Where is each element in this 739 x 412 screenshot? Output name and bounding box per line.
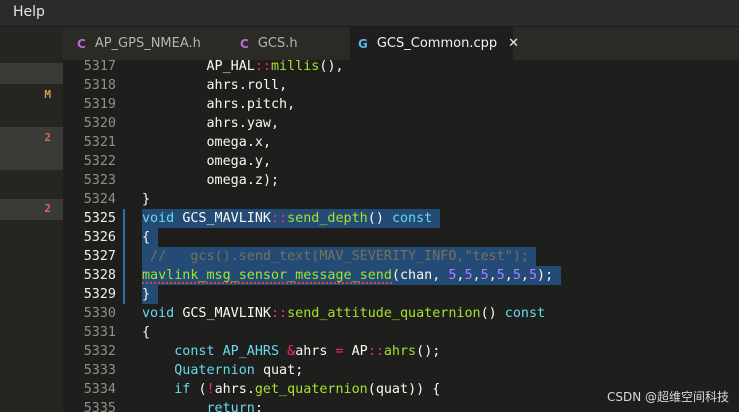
c-header-file-icon: C [240, 36, 249, 51]
code-line[interactable]: if (!ahrs.get_quaternion(quat)) { [142, 380, 440, 399]
line-number: 5328 [83, 268, 116, 283]
code-line[interactable]: omega.x, [142, 133, 272, 152]
error-count-badge: 2 [44, 202, 51, 215]
code-line[interactable]: { [142, 228, 150, 247]
line-number: 5332 [83, 344, 116, 359]
sidebar-item[interactable] [0, 63, 63, 84]
line-number: 5335 [83, 401, 116, 412]
code-line[interactable]: omega.y, [142, 152, 272, 171]
line-number: 5331 [83, 325, 116, 340]
menu-bar: Help [0, 0, 739, 27]
code-line[interactable]: ahrs.yaw, [142, 114, 280, 133]
line-number: 5319 [83, 97, 116, 112]
code-line[interactable]: const AP_AHRS &ahrs = AP::ahrs(); [142, 342, 440, 361]
tab-bar: C AP_GPS_NMEA.h C GCS.h G GCS_Common.cpp… [63, 27, 739, 60]
line-number: 5325 [83, 211, 116, 226]
line-number: 5333 [83, 363, 116, 378]
tab-label: GCS_Common.cpp [376, 36, 498, 51]
line-number-gutter: 5317 5318 5319 5320 5321 5322 5323 5324 5325 5326… [63, 59, 130, 412]
code-line[interactable]: } [142, 190, 150, 209]
tab-gcs-h[interactable]: C GCS.h [240, 27, 350, 60]
tab-ap-gps-nmea[interactable]: C AP_GPS_NMEA.h [77, 27, 237, 60]
code-line[interactable]: AP_HAL::millis(), [142, 57, 344, 76]
line-number: 5334 [83, 382, 116, 397]
code-line[interactable]: { [142, 323, 150, 342]
code-line[interactable]: return; [142, 399, 263, 412]
code-line[interactable]: void GCS_MAVLINK::send_attitude_quaterni… [142, 304, 545, 323]
sidebar-item[interactable]: 2 [0, 199, 63, 220]
code-line[interactable]: Quaternion quat; [142, 361, 303, 380]
line-number: 5317 [83, 59, 116, 74]
code-line[interactable]: ahrs.roll, [142, 76, 288, 95]
error-count-badge: 2 [44, 131, 51, 144]
tab-label: AP_GPS_NMEA.h [94, 36, 201, 51]
code-line[interactable]: } [142, 285, 150, 304]
menu-help[interactable]: Help [13, 4, 45, 20]
close-icon[interactable]: ✕ [508, 36, 519, 51]
code-line[interactable]: // gcs().send_text(MAV_SEVERITY_INFO,"te… [142, 247, 529, 266]
modified-badge: M [44, 88, 51, 101]
tab-label: GCS.h [257, 36, 298, 51]
error-squiggle [142, 282, 392, 284]
line-number: 5322 [83, 154, 116, 169]
code-line[interactable]: ahrs.pitch, [142, 95, 296, 114]
line-number: 5327 [83, 249, 116, 264]
line-number: 5320 [83, 116, 116, 131]
line-number: 5324 [83, 192, 116, 207]
line-number: 5329 [83, 287, 116, 302]
sidebar: M 2 2 [0, 27, 63, 412]
c-header-file-icon: C [77, 36, 86, 51]
code-editor[interactable]: AP_HAL::millis(), ahrs.roll, ahrs.pitch,… [130, 57, 739, 412]
selection-gutter-marker [123, 209, 125, 304]
code-line[interactable]: omega.z); [142, 171, 280, 190]
watermark: CSDN @超维空间科技 [606, 390, 729, 404]
line-number: 5326 [83, 230, 116, 245]
cpp-file-icon: G [358, 36, 368, 51]
sidebar-item-active[interactable]: 2 [0, 127, 63, 170]
line-number: 5318 [83, 78, 116, 93]
code-line[interactable]: void GCS_MAVLINK::send_depth() const [142, 209, 432, 228]
line-number: 5330 [83, 306, 116, 321]
line-number: 5321 [83, 135, 116, 150]
sidebar-item[interactable]: M [0, 85, 63, 106]
tab-gcs-common-cpp[interactable]: G GCS_Common.cpp ✕ [350, 27, 519, 60]
line-number: 5323 [83, 173, 116, 188]
